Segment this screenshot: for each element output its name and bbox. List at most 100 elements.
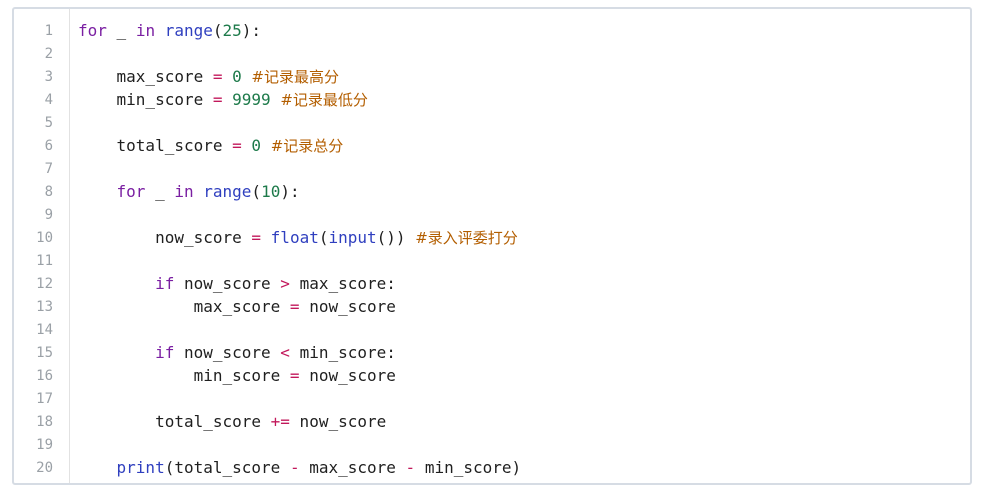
operator-token: < <box>280 343 290 362</box>
code-token: now_score <box>174 343 281 362</box>
code-editor[interactable]: 1 2 3 4 5 6 7 8 9 10 11 12 13 14 15 16 17 18 19 20 for _ in… <box>12 7 972 485</box>
code-token: now_score <box>289 412 387 431</box>
line-number: 3 <box>44 69 53 85</box>
line-number: 19 <box>36 437 53 453</box>
line-number: 14 <box>36 322 53 338</box>
operator-token: = <box>289 366 300 385</box>
line-number: 10 <box>36 230 53 246</box>
operator-token: - <box>289 458 300 477</box>
code-token: min_score <box>116 90 213 109</box>
code-area[interactable]: for _ in range(25): max_score = 0 #记录最高分… <box>78 9 970 483</box>
comment-token: #记录最低分 <box>280 91 368 109</box>
code-token: ( <box>212 21 223 40</box>
code-line[interactable]: total_score += now_score <box>78 412 386 432</box>
number-token: 0 <box>251 136 262 155</box>
code-token: now_score <box>174 274 281 293</box>
line-number: 12 <box>36 276 53 292</box>
line-number: 18 <box>36 414 53 430</box>
line-number: 7 <box>44 161 53 177</box>
code-token: ( <box>251 182 262 201</box>
code-token: max_score <box>299 458 406 477</box>
code-token: min_score: <box>289 343 396 362</box>
code-token: max_score: <box>289 274 396 293</box>
function-token: range <box>164 21 213 40</box>
function-token: range <box>203 182 252 201</box>
operator-token: = <box>251 228 262 247</box>
operator-token: = <box>212 90 223 109</box>
code-token: _ <box>145 182 175 201</box>
code-token: min_score <box>193 366 290 385</box>
code-line[interactable]: max_score = now_score <box>78 297 396 317</box>
line-number: 16 <box>36 368 53 384</box>
code-line[interactable]: max_score = 0 #记录最高分 <box>78 67 339 87</box>
code-line[interactable]: if now_score > max_score: <box>78 274 396 294</box>
line-number: 4 <box>44 92 53 108</box>
code-token: ()) <box>376 228 416 247</box>
comment-token: #记录最高分 <box>251 68 339 86</box>
code-token: (total_score <box>164 458 290 477</box>
line-number: 17 <box>36 391 53 407</box>
line-number: 2 <box>44 46 53 62</box>
operator-token: = <box>232 136 242 155</box>
keyword-token: for <box>78 21 107 40</box>
code-line[interactable]: total_score = 0 #记录总分 <box>78 136 344 156</box>
operator-token: += <box>270 412 290 431</box>
comment-token: #录入评委打分 <box>415 229 518 247</box>
code-token: total_score <box>155 412 271 431</box>
keyword-token: for <box>116 182 146 201</box>
line-number: 6 <box>44 138 53 154</box>
code-token: now_score <box>155 228 252 247</box>
keyword-token: in <box>174 182 194 201</box>
code-line[interactable]: if now_score < min_score: <box>78 343 396 363</box>
line-number: 11 <box>36 253 53 269</box>
line-number: 8 <box>44 184 53 200</box>
code-token: _ <box>106 21 136 40</box>
operator-token: - <box>405 458 416 477</box>
line-number: 15 <box>36 345 53 361</box>
line-number-gutter: 1 2 3 4 5 6 7 8 9 10 11 12 13 14 15 16 17 18 19 20 <box>14 9 70 483</box>
code-line[interactable]: print(total_score - max_score - min_scor… <box>78 458 522 478</box>
line-number: 13 <box>36 299 53 315</box>
operator-token: = <box>212 67 223 86</box>
line-number: 1 <box>44 23 53 39</box>
line-number: 20 <box>36 460 53 476</box>
line-number: 9 <box>44 207 53 223</box>
line-number: 5 <box>44 115 53 131</box>
function-token: print <box>116 458 165 477</box>
code-line[interactable]: min_score = now_score <box>78 366 396 386</box>
code-token: now_score <box>299 366 396 385</box>
code-token: min_score) <box>415 458 522 477</box>
keyword-token: in <box>135 21 156 40</box>
code-token: now_score <box>299 297 396 316</box>
code-token: total_score <box>116 136 233 155</box>
code-line[interactable]: now_score = float(input()) #录入评委打分 <box>78 228 518 248</box>
keyword-token: if <box>155 343 175 362</box>
comment-token: #记录总分 <box>270 137 344 155</box>
number-token: 25 <box>222 21 242 40</box>
code-token: ): <box>280 182 300 201</box>
code-line[interactable]: for _ in range(10): <box>78 182 300 202</box>
number-token: 0 <box>232 67 242 86</box>
code-line[interactable]: min_score = 9999 #记录最低分 <box>78 90 368 110</box>
number-token: 9999 <box>232 90 271 109</box>
code-line[interactable]: for _ in range(25): <box>78 21 261 41</box>
